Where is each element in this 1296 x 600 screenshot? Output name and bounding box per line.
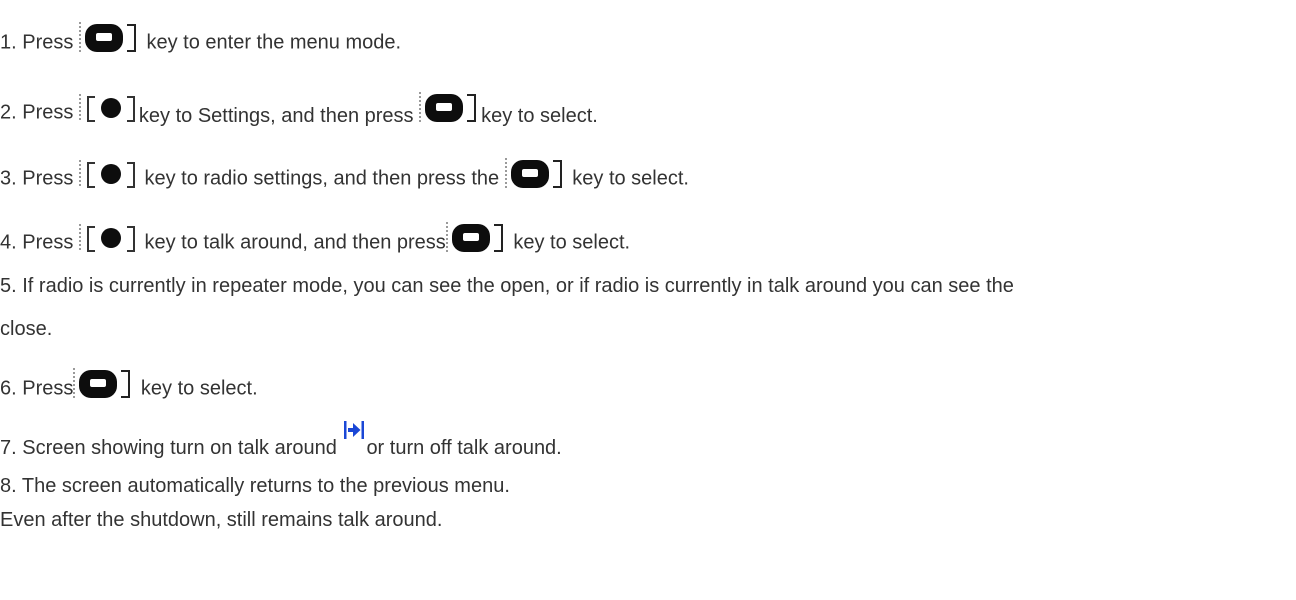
step-2-mid: key to Settings, and then press — [138, 105, 420, 128]
step-4-post: key to select. — [507, 231, 631, 254]
menu-ok-key-icon — [504, 156, 567, 190]
step-6-post: key to select. — [135, 377, 258, 400]
step-1-pre: 1. Press — [0, 31, 79, 54]
step-3-mid: key to radio settings, and then press th… — [138, 167, 505, 190]
navigation-key-icon — [78, 92, 139, 126]
step-6-pre: 6. Press — [0, 377, 74, 400]
step-2-pre: 2. Press — [0, 101, 79, 124]
step-3: 3. Press key to radio settings, and then… — [0, 158, 689, 196]
step-5-line-1: 5. If radio is currently in repeater mod… — [0, 275, 1014, 297]
navigation-key-icon — [78, 158, 139, 192]
step-8: 8. The screen automatically returns to t… — [0, 475, 510, 497]
note: Even after the shutdown, still remains t… — [0, 509, 443, 531]
step-6: 6. Press key to select. — [0, 368, 258, 406]
step-3-post: key to select. — [566, 167, 689, 190]
step-7-post: or turn off talk around. — [366, 437, 562, 459]
navigation-key-icon — [78, 222, 139, 256]
step-5-line-2: close. — [0, 318, 53, 340]
step-1: 1. Press key to enter the menu mode. — [0, 22, 402, 60]
menu-ok-key-icon — [445, 220, 508, 254]
step-2: 2. Press key to Settings, and then press… — [0, 92, 598, 130]
step-4: 4. Press key to talk around, and then pr… — [0, 222, 631, 260]
talk-around-arrow-icon — [342, 420, 366, 440]
menu-ok-key-icon — [73, 366, 135, 400]
menu-ok-key-icon — [78, 20, 141, 54]
step-4-pre: 4. Press — [0, 231, 79, 254]
step-4-mid: key to talk around, and then press — [138, 231, 446, 254]
step-1-post: key to enter the menu mode. — [140, 31, 402, 54]
step-3-pre: 3. Press — [0, 167, 79, 190]
step-2-post: key to select. — [481, 105, 598, 128]
step-7: 7. Screen showing turn on talk around or… — [0, 421, 562, 460]
menu-ok-key-icon — [419, 90, 481, 124]
step-7-pre: 7. Screen showing turn on talk around — [0, 437, 343, 459]
